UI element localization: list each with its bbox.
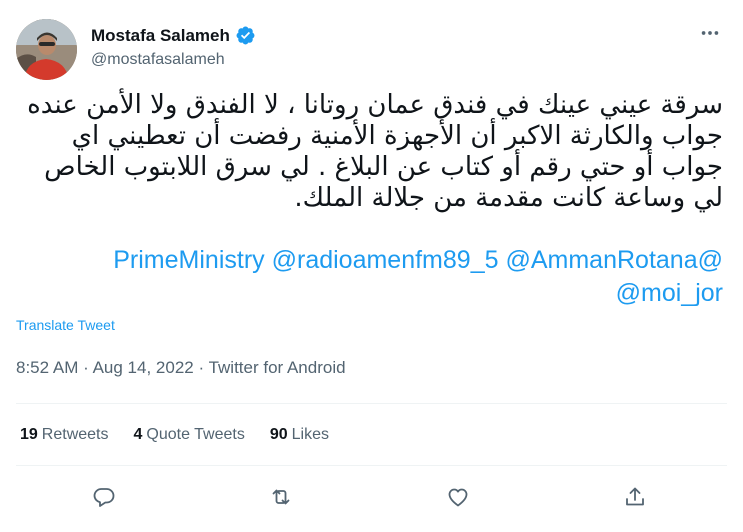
retweets-label: Retweets <box>41 426 109 443</box>
likes-count: 90 <box>269 426 288 443</box>
quote-tweets-label: Quote Tweets <box>146 426 245 443</box>
meta-separator: · <box>83 358 89 377</box>
quote-tweets-stat[interactable]: 4 Quote Tweets <box>134 426 245 444</box>
retweets-count: 19 <box>20 426 38 443</box>
meta-separator: · <box>198 358 205 377</box>
share-icon[interactable] <box>620 482 650 512</box>
tweet-actions <box>0 482 743 512</box>
tweet-date[interactable]: Aug 14, 2022 <box>93 358 194 377</box>
likes-label: Likes <box>291 426 329 443</box>
author-display-name[interactable]: Mostafa Salameh <box>91 26 230 46</box>
tweet-meta: 8:52 AM · Aug 14, 2022 · Twitter for And… <box>16 358 346 378</box>
translate-tweet-link[interactable]: Translate Tweet <box>16 317 115 333</box>
more-horizontal-icon[interactable] <box>699 22 721 50</box>
avatar-image <box>16 19 77 80</box>
retweet-icon[interactable] <box>266 482 296 512</box>
heart-icon[interactable] <box>443 482 473 512</box>
mention-link[interactable]: @AmmanRotana <box>505 246 697 274</box>
author-handle[interactable]: @mostafasalameh <box>91 51 225 69</box>
author-name-row[interactable]: Mostafa Salameh <box>91 25 256 46</box>
reply-icon[interactable] <box>89 482 119 512</box>
divider <box>16 403 727 404</box>
tweet-source: Twitter for Android <box>208 358 346 377</box>
tweet-mentions: @PrimeMinistry @radioamenfm89_5 @AmmanRo… <box>14 244 723 310</box>
verified-badge-icon <box>235 25 256 46</box>
divider <box>16 465 727 466</box>
quote-tweets-count: 4 <box>133 426 143 443</box>
tweet-stats: 19 Retweets 4 Quote Tweets 90 Likes <box>20 426 329 444</box>
tweet-text: سرقة عيني عينك في فندق عمان روتانا ، لا … <box>27 90 723 213</box>
likes-stat[interactable]: 90 Likes <box>270 426 329 444</box>
mention-link[interactable]: @moi_jor <box>616 279 723 307</box>
tweet-time[interactable]: 8:52 AM <box>16 358 78 377</box>
avatar[interactable] <box>16 19 77 80</box>
retweets-stat[interactable]: 19 Retweets <box>20 426 109 444</box>
mention-link[interactable]: @radioamenfm89_5 <box>272 246 499 274</box>
